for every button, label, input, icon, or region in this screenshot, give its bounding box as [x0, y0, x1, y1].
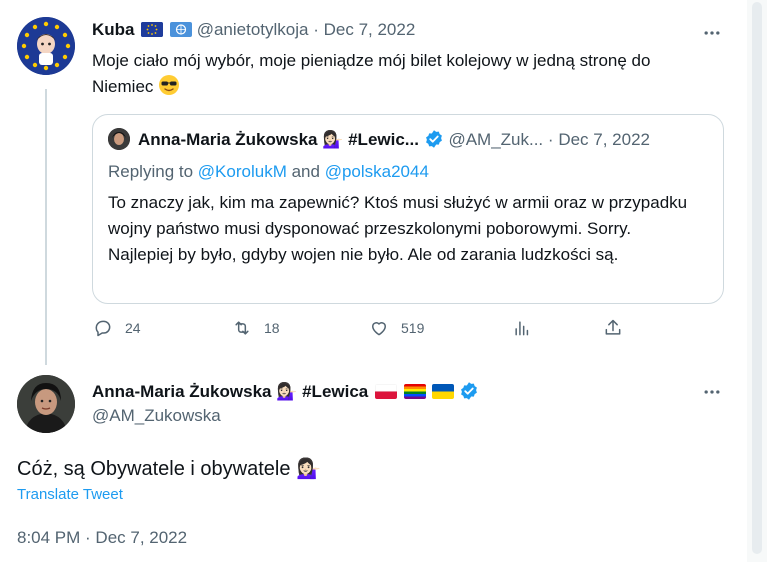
- quoted-author-name: Anna-Maria Żukowska 💁🏻‍♀️ #Lewic...: [138, 130, 419, 149]
- like-count: 519: [401, 320, 425, 336]
- more-options-icon[interactable]: [700, 21, 724, 45]
- scrollbar-track[interactable]: [747, 0, 767, 562]
- translate-tweet-link[interactable]: Translate Tweet: [17, 486, 123, 503]
- scrollbar-thumb[interactable]: [752, 2, 762, 554]
- ukraine-flag-icon: [432, 384, 455, 399]
- quoting-tweet-header: Kuba @anietotylkoja · Dec 7, 2022: [92, 20, 415, 40]
- quoted-tweet-header: Anna-Maria Żukowska 💁🏻‍♀️ #Lewic... @AM_…: [138, 129, 650, 150]
- main-author-name[interactable]: Anna-Maria Żukowska 💁🏻‍♀️ #Lewica: [92, 382, 368, 401]
- verified-badge-icon: [425, 130, 442, 148]
- tweet-timestamp[interactable]: 8:04 PM · Dec 7, 2022: [17, 528, 187, 548]
- avatar-kuba[interactable]: [17, 17, 75, 75]
- share-button[interactable]: [603, 318, 623, 338]
- retweet-button[interactable]: 18: [232, 318, 280, 338]
- quoted-tweet-body: To znaczy jak, kim ma zapewnić? Ktoś mus…: [108, 193, 688, 264]
- sunglasses-emoji-icon: [158, 74, 180, 96]
- author-name[interactable]: Kuba: [92, 20, 135, 39]
- replying-mention-2[interactable]: @polska2044: [325, 162, 429, 181]
- quoting-tweet-text: Moje ciało mój wybór, moje pieniądze mój…: [92, 48, 712, 100]
- retweet-count: 18: [264, 320, 280, 336]
- retweet-icon: [235, 321, 249, 335]
- replying-mention-1[interactable]: @KorolukM: [198, 162, 287, 181]
- header-separator: ·: [313, 20, 319, 39]
- reply-icon: [95, 320, 111, 337]
- quoted-tweet-card[interactable]: Anna-Maria Żukowska 💁🏻‍♀️ #Lewic... @AM_…: [92, 114, 724, 304]
- more-options-icon[interactable]: [700, 380, 724, 404]
- main-tweet-header: Anna-Maria Żukowska 💁🏻‍♀️ #Lewica: [92, 381, 479, 402]
- views-button[interactable]: [512, 318, 532, 338]
- like-button[interactable]: 519: [369, 318, 424, 338]
- main-author-handle[interactable]: @AM_Zukowska: [92, 406, 221, 426]
- rainbow-flag-icon: [403, 384, 426, 399]
- quoted-author-avatar: [108, 128, 130, 150]
- analytics-icon: [515, 321, 529, 336]
- reply-button[interactable]: 24: [93, 318, 141, 338]
- tweet-date[interactable]: Dec 7, 2022: [324, 20, 416, 39]
- heart-icon: [372, 322, 386, 336]
- eu-flag-icon: [141, 22, 164, 37]
- avatar-am-zukowska-image: [17, 375, 75, 433]
- avatar-am-zukowska[interactable]: [17, 375, 75, 433]
- reply-count: 24: [125, 320, 141, 336]
- un-flag-icon: [169, 22, 192, 37]
- avatar-kuba-image: [17, 17, 75, 75]
- quoted-author-handle: @AM_Zuk...: [448, 130, 544, 149]
- quoted-header-separator: ·: [547, 130, 554, 149]
- poland-flag-icon: [374, 384, 397, 399]
- verified-badge-icon: [461, 382, 478, 400]
- replying-and: and: [291, 162, 320, 181]
- share-icon: [605, 319, 621, 335]
- main-tweet-text: Cóż, są Obywatele i obywatele 💁🏻‍♀️: [17, 458, 321, 480]
- thread-connector-line: [45, 89, 47, 365]
- author-handle[interactable]: @anietotylkoja: [197, 20, 309, 39]
- quoted-tweet-date: Dec 7, 2022: [558, 130, 650, 149]
- replying-label: Replying to: [108, 162, 194, 181]
- replying-to-line: Replying to @KorolukM and @polska2044: [108, 162, 429, 182]
